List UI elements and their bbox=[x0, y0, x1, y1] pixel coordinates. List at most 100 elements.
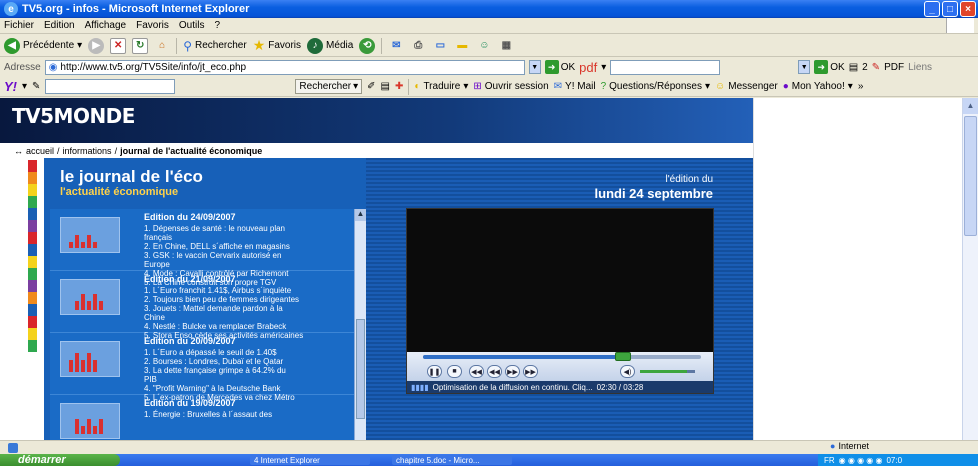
menu-fichier[interactable]: Fichier bbox=[4, 20, 34, 31]
breadcrumb-section[interactable]: informations bbox=[63, 146, 112, 156]
minimize-button[interactable]: _ bbox=[924, 1, 940, 17]
go-button-2[interactable]: ➜ OK bbox=[814, 60, 845, 74]
task-ie[interactable]: 4 Internet Explorer bbox=[250, 455, 370, 465]
edition-item[interactable]: Edition du 21/09/2007 1. L´Euro franchit … bbox=[50, 271, 354, 340]
pdf-button[interactable]: PDF bbox=[884, 62, 904, 73]
menu-favoris[interactable]: Favoris bbox=[136, 20, 169, 31]
maximize-button[interactable]: □ bbox=[942, 1, 958, 17]
search-dropdown-icon[interactable]: ▼ bbox=[798, 60, 811, 74]
breadcrumb-home[interactable]: accueil bbox=[26, 146, 54, 156]
research-icon[interactable]: ▦ bbox=[498, 38, 514, 54]
edition-headline[interactable]: 1. Dépenses de santé : le nouveau plan bbox=[144, 224, 354, 233]
previous-icon[interactable]: ◀◀ bbox=[469, 365, 484, 378]
tv5monde-logo[interactable]: TV5MONDE bbox=[12, 104, 135, 128]
myyahoo-button[interactable]: ● Mon Yahoo! ▾ bbox=[783, 81, 853, 92]
stop-icon[interactable]: ■ bbox=[447, 365, 462, 378]
edition-date[interactable]: Edition du 19/09/2007 bbox=[144, 398, 354, 408]
yahoo-menu-icon[interactable]: ▾ bbox=[22, 81, 27, 92]
menu-outils[interactable]: Outils bbox=[179, 20, 205, 31]
print-icon[interactable]: ⎙ bbox=[410, 38, 426, 54]
edition-thumbnail[interactable] bbox=[60, 403, 120, 439]
ymail-button[interactable]: ✉ Y! Mail bbox=[554, 81, 596, 92]
video-screen[interactable] bbox=[407, 209, 713, 352]
highlight-icon[interactable]: ✐ bbox=[367, 81, 375, 92]
edition-headline[interactable]: Europe bbox=[144, 260, 354, 269]
back-dropdown-icon[interactable]: ▾ bbox=[77, 40, 82, 51]
edition-headline[interactable]: PIB bbox=[144, 375, 354, 384]
translate-button[interactable]: ◐ Traduire ▾ bbox=[414, 81, 468, 92]
links-label[interactable]: Liens bbox=[908, 62, 932, 73]
home-icon[interactable]: ⌂ bbox=[154, 38, 170, 54]
edition-date[interactable]: Edition du 24/09/2007 bbox=[144, 212, 354, 222]
volume-slider[interactable] bbox=[640, 370, 695, 373]
edition-item[interactable]: Edition du 19/09/2007 1. Énergie : Bruxel… bbox=[50, 395, 354, 440]
edition-headline[interactable]: 1. L´Euro a dépassé le seuil de 1.40$ bbox=[144, 348, 354, 357]
edition-headline[interactable]: français bbox=[144, 233, 354, 242]
edition-headline[interactable]: 1. L´Euro franchit 1.41$, Airbus s´inqui… bbox=[144, 286, 354, 295]
editions-list[interactable]: Edition du 24/09/2007 1. Dépenses de sant… bbox=[50, 209, 354, 440]
pdf-search-input[interactable] bbox=[610, 59, 721, 75]
editions-scrollbar[interactable]: ▲ bbox=[354, 209, 366, 440]
qa-button[interactable]: ? Questions/Réponses ▾ bbox=[601, 81, 710, 92]
edition-headline[interactable]: 1. Énergie : Bruxelles à l´assaut des bbox=[144, 410, 354, 419]
back-button[interactable]: ◀ Précédente ▾ bbox=[4, 37, 82, 54]
edition-thumbnail[interactable] bbox=[60, 341, 120, 377]
edition-headline[interactable]: 2. Toujours bien peu de femmes dirigeant… bbox=[144, 295, 354, 304]
pause-icon[interactable]: ❚❚ bbox=[427, 365, 442, 378]
edition-thumbnail[interactable] bbox=[60, 279, 120, 315]
refresh-icon[interactable]: ↻ bbox=[132, 37, 149, 54]
yahoo-logo[interactable]: Y! bbox=[4, 79, 17, 94]
mail-icon[interactable]: ✉ bbox=[388, 38, 404, 54]
close-button[interactable]: × bbox=[960, 1, 976, 17]
puzzle-icon[interactable]: ✚ bbox=[395, 81, 403, 92]
go-button[interactable]: ➜ OK bbox=[544, 60, 575, 74]
fast-forward-icon[interactable]: ▶▶ bbox=[505, 365, 520, 378]
edition-item[interactable]: Edition du 20/09/2007 1. L´Euro a dépassé… bbox=[50, 333, 354, 402]
scroll-thumb[interactable] bbox=[356, 319, 365, 419]
edition-headline[interactable]: 2. En Chine, DELL s´affiche en magasins bbox=[144, 242, 354, 251]
seek-bar[interactable] bbox=[423, 352, 701, 361]
pencil-icon[interactable]: ✎ bbox=[32, 81, 40, 92]
edition-headline[interactable]: Chine bbox=[144, 313, 354, 322]
menu-edition[interactable]: Edition bbox=[44, 20, 75, 31]
history-icon[interactable]: ⟲ bbox=[359, 37, 376, 54]
more-chevron-icon[interactable]: » bbox=[858, 81, 864, 92]
edition-headline[interactable]: 3. Jouets : Mattel demande pardon à la bbox=[144, 304, 354, 313]
page-scrollbar[interactable]: ▲ bbox=[962, 98, 978, 440]
search-button[interactable]: ⚲ Rechercher bbox=[183, 39, 247, 53]
layout-icon[interactable]: ▤ bbox=[381, 81, 390, 92]
pdf-dropdown-icon[interactable]: ▾ bbox=[601, 62, 606, 73]
messenger-icon[interactable]: ☺ bbox=[476, 38, 492, 54]
yahoo-search-input[interactable] bbox=[45, 79, 176, 94]
start-button[interactable]: démarrer bbox=[0, 454, 120, 466]
task-word[interactable]: chapitre 5.doc - Micro... bbox=[392, 455, 512, 465]
messenger-button[interactable]: ☺ Messenger bbox=[715, 81, 778, 92]
edition-date[interactable]: Edition du 21/09/2007 bbox=[144, 274, 354, 284]
rewind-icon[interactable]: ◀◀ bbox=[487, 365, 502, 378]
edit-icon[interactable]: ▭ bbox=[432, 38, 448, 54]
media-button[interactable]: ♪ Média bbox=[307, 37, 353, 54]
next-icon[interactable]: ▶▶ bbox=[523, 365, 538, 378]
edition-headline[interactable]: 4. Nestlé : Bulcke va remplacer Brabeck bbox=[144, 322, 354, 331]
folder-icon[interactable]: ▬ bbox=[454, 38, 470, 54]
menu-help[interactable]: ? bbox=[214, 20, 220, 31]
stop-icon[interactable]: ✕ bbox=[110, 37, 127, 54]
edition-headline[interactable]: 2. Bourses : Londres, Dubaï et le Qatar bbox=[144, 357, 354, 366]
edition-thumbnail[interactable] bbox=[60, 217, 120, 253]
forward-button[interactable]: ▶ bbox=[88, 37, 105, 54]
edition-headline[interactable]: 3. GSK : le vaccin Cervarix autorisé en bbox=[144, 251, 354, 260]
scroll-up-icon[interactable]: ▲ bbox=[355, 209, 366, 221]
pdf-toolbar-label[interactable]: pdf bbox=[579, 60, 597, 75]
edition-headline[interactable]: 3. La dette française grimpe à 64.2% du bbox=[144, 366, 354, 375]
page-scroll-thumb[interactable] bbox=[964, 116, 977, 236]
edition-headline[interactable]: 4. "Profit Warning" à la Deutsche Bank bbox=[144, 384, 354, 393]
lang-indicator[interactable]: FR bbox=[824, 456, 835, 465]
menu-affichage[interactable]: Affichage bbox=[85, 20, 127, 31]
seek-thumb[interactable] bbox=[615, 352, 632, 361]
favorites-button[interactable]: ★ Favoris bbox=[253, 37, 301, 54]
session-button[interactable]: ⊞ Ouvrir session bbox=[473, 81, 548, 92]
yahoo-search-button[interactable]: Rechercher ▾ bbox=[295, 79, 363, 94]
edition-date[interactable]: Edition du 20/09/2007 bbox=[144, 336, 354, 346]
mute-icon[interactable]: ◀) bbox=[620, 365, 635, 378]
edition-item[interactable]: Edition du 24/09/2007 1. Dépenses de sant… bbox=[50, 209, 354, 287]
